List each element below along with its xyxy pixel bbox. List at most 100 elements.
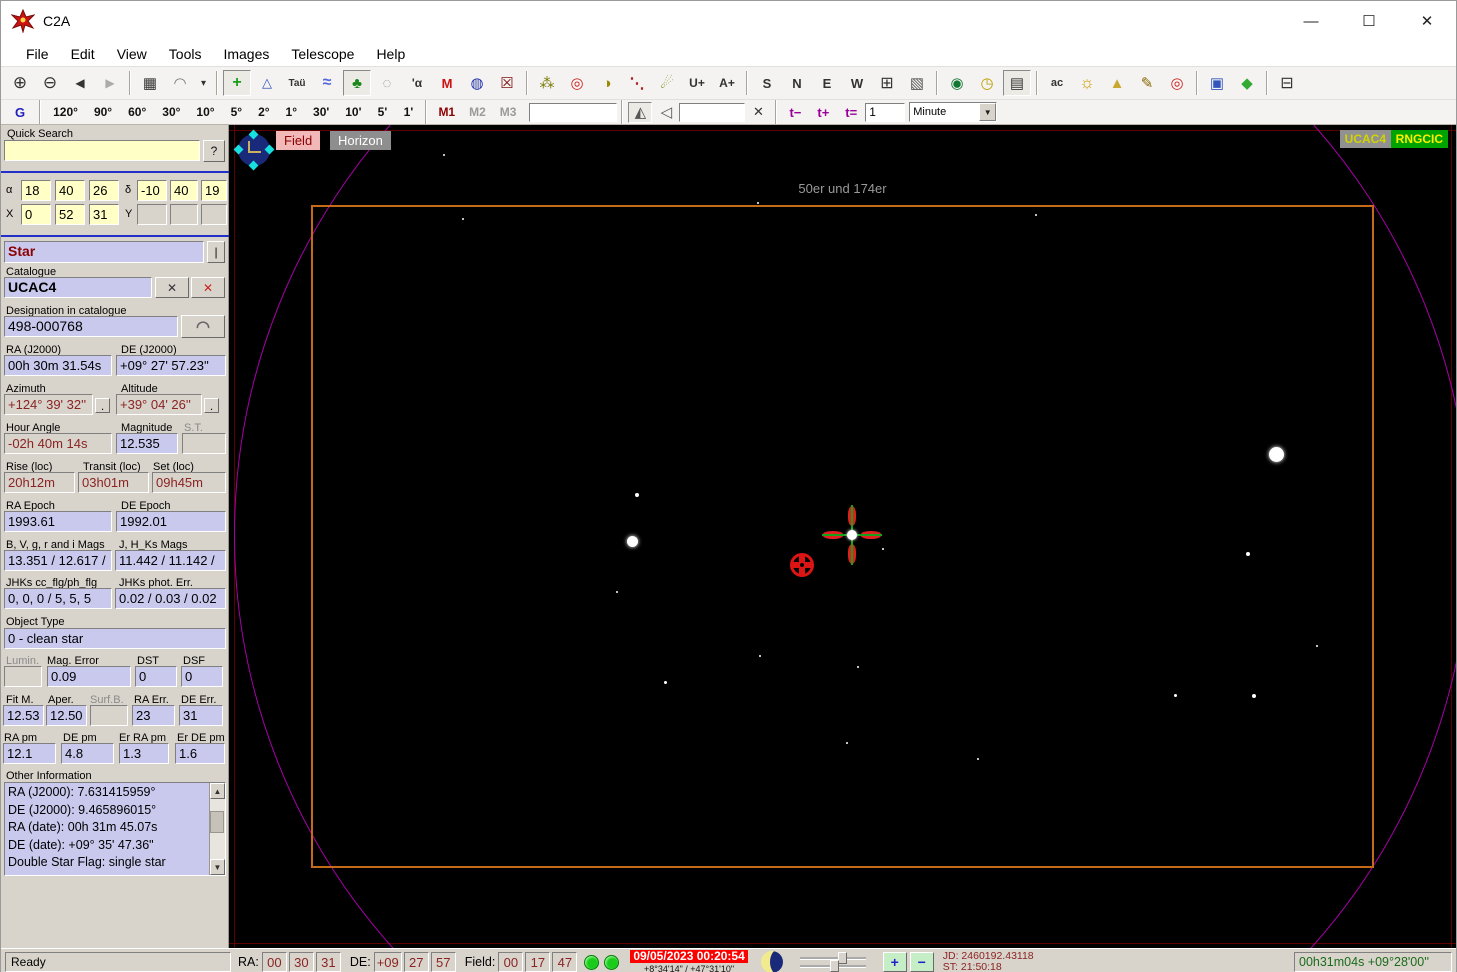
comet-button[interactable]: ☄ xyxy=(653,70,681,96)
time-plus-button[interactable]: + xyxy=(882,952,907,972)
quick-search-help-button[interactable]: ? xyxy=(203,140,225,162)
zoom-level-1deg[interactable]: 1° xyxy=(278,101,305,123)
menu-file[interactable]: File xyxy=(15,43,60,65)
datetime-display[interactable]: 09/05/2023 00:20:54 xyxy=(630,949,748,963)
uranus-label-button[interactable]: U+ xyxy=(683,70,711,96)
y1-input[interactable] xyxy=(137,204,167,225)
sun-button[interactable]: ☼ xyxy=(1073,70,1101,96)
slider-track-2[interactable] xyxy=(799,959,866,972)
history-forward-button[interactable]: ▶ xyxy=(96,70,124,96)
y3-input[interactable] xyxy=(201,204,227,225)
time-forward-button[interactable]: t+ xyxy=(810,101,837,123)
zoom-level-90deg[interactable]: 90° xyxy=(86,101,120,123)
slider-thumb-2[interactable] xyxy=(829,959,839,972)
memory-m1-button[interactable]: M1 xyxy=(432,101,462,123)
ra-s-input[interactable] xyxy=(89,180,119,201)
history-back-button[interactable]: ◀ xyxy=(66,70,94,96)
asteroid-label-button[interactable]: A+ xyxy=(713,70,741,96)
constellation-lines-button[interactable]: △ xyxy=(253,70,281,96)
east-button[interactable]: E xyxy=(813,70,841,96)
slew-telescope-button[interactable]: ◠ xyxy=(181,315,225,338)
zoom-level-10deg[interactable]: 10° xyxy=(189,101,222,123)
scrollbar-track[interactable] xyxy=(210,799,225,859)
goto-button[interactable]: G xyxy=(6,101,35,123)
catalogue-remove-button[interactable]: ✕ xyxy=(191,277,225,298)
rotation-input[interactable] xyxy=(679,102,746,122)
greek-labels-button[interactable]: 'α xyxy=(403,70,431,96)
flip-vertical-button[interactable]: ◁ xyxy=(654,101,679,123)
draw-button[interactable]: ✎ xyxy=(1133,70,1161,96)
object-panel-toggle[interactable]: ▤ xyxy=(1003,70,1031,96)
memory-m2-button[interactable]: M2 xyxy=(463,101,492,123)
scroll-down-icon[interactable]: ▼ xyxy=(210,859,225,875)
dashed-ellipse-button[interactable]: ◌ xyxy=(373,70,401,96)
zoom-level-2deg[interactable]: 2° xyxy=(251,101,277,123)
field-frame-button[interactable]: ◆ xyxy=(1233,70,1261,96)
y2-input[interactable] xyxy=(170,204,198,225)
x1-input[interactable] xyxy=(21,204,51,225)
clock-button[interactable]: ◷ xyxy=(973,70,1001,96)
moon-phase-button[interactable]: ◑ xyxy=(593,70,621,96)
close-button[interactable]: ✕ xyxy=(1398,2,1456,40)
milky-way-button[interactable]: ≈ xyxy=(313,70,341,96)
center-cursor-toggle[interactable]: + xyxy=(223,70,251,96)
menu-tools[interactable]: Tools xyxy=(158,43,213,65)
deepsky-button[interactable]: ◍ xyxy=(463,70,491,96)
zoom-level-30deg[interactable]: 30° xyxy=(155,101,188,123)
sky-view[interactable]: 50er und 174er Field Horizon UCAC4 RNGCI… xyxy=(229,125,1456,948)
x2-input[interactable] xyxy=(55,204,85,225)
font-settings-button[interactable]: ac xyxy=(1043,70,1071,96)
star-cluster-button[interactable]: ⁂ xyxy=(533,70,561,96)
west-button[interactable]: W xyxy=(843,70,871,96)
ra-m-input[interactable] xyxy=(55,180,85,201)
time-now-button[interactable]: t= xyxy=(838,101,865,123)
x3-input[interactable] xyxy=(89,204,119,225)
tab-horizon[interactable]: Horizon xyxy=(330,131,391,150)
horizon-editor-button[interactable]: ▲ xyxy=(1103,70,1131,96)
landscape-button[interactable]: ♣ xyxy=(343,70,371,96)
scrollbar-thumb[interactable] xyxy=(210,811,224,833)
zoom-level-10min[interactable]: 10' xyxy=(338,101,369,123)
grid-toggle-button[interactable]: ▦ xyxy=(136,70,164,96)
time-step-input[interactable] xyxy=(865,102,906,122)
dome-dropdown-button[interactable]: ▾ xyxy=(196,70,211,96)
minor-planets-button[interactable]: ⋱ xyxy=(623,70,651,96)
badge-rngcic[interactable]: RNGCIC xyxy=(1390,130,1448,148)
zoom-level-5min[interactable]: 5' xyxy=(370,101,395,123)
chevron-down-icon[interactable]: ▼ xyxy=(979,103,997,121)
menu-telescope[interactable]: Telescope xyxy=(280,43,365,65)
constellation-names-button[interactable]: Taü xyxy=(283,70,311,96)
zoom-level-1min[interactable]: 1' xyxy=(396,101,421,123)
time-unit-select[interactable]: Minute ▼ xyxy=(909,102,998,122)
memory-m3-button[interactable]: M3 xyxy=(493,101,523,123)
zoom-level-120deg[interactable]: 120° xyxy=(46,101,85,123)
zoom-level-5deg[interactable]: 5° xyxy=(223,101,250,123)
slider-thumb-1[interactable] xyxy=(837,951,847,964)
datetime-block[interactable]: 09/05/2023 00:20:54 +8°34'14" / +47°31'1… xyxy=(630,949,748,972)
menu-edit[interactable]: Edit xyxy=(60,43,106,65)
de-d-input[interactable] xyxy=(137,180,167,201)
de-m-input[interactable] xyxy=(170,180,198,201)
nebula-button[interactable]: ◎ xyxy=(563,70,591,96)
north-button[interactable]: N xyxy=(783,70,811,96)
dome-toggle-button[interactable]: ◠ xyxy=(166,70,194,96)
ra-h-input[interactable] xyxy=(21,180,51,201)
scroll-up-icon[interactable]: ▲ xyxy=(210,783,225,799)
time-back-button[interactable]: t− xyxy=(782,101,809,123)
catalogue-clear-button[interactable]: ✕ xyxy=(155,277,189,298)
pan-mode-button[interactable]: ⊞ xyxy=(873,70,901,96)
zoom-in-button[interactable]: ⊕ xyxy=(6,70,34,96)
tab-field[interactable]: Field xyxy=(276,131,321,150)
print-button[interactable]: ⊟ xyxy=(1273,70,1301,96)
messier-catalog-button[interactable]: M xyxy=(433,70,461,96)
zoom-out-button[interactable]: ⊖ xyxy=(36,70,64,96)
badge-ucac4[interactable]: UCAC4 xyxy=(1339,130,1391,148)
maximize-button[interactable]: ☐ xyxy=(1340,2,1398,40)
zoom-level-30min[interactable]: 30' xyxy=(306,101,337,123)
flip-horizontal-button[interactable]: ◭ xyxy=(628,101,653,123)
menu-help[interactable]: Help xyxy=(365,43,416,65)
de-s-input[interactable] xyxy=(201,180,227,201)
orientation-compass-icon[interactable] xyxy=(233,129,275,171)
object-list-button[interactable]: | xyxy=(207,241,225,263)
horizon-fill-button[interactable]: ▧ xyxy=(903,70,931,96)
